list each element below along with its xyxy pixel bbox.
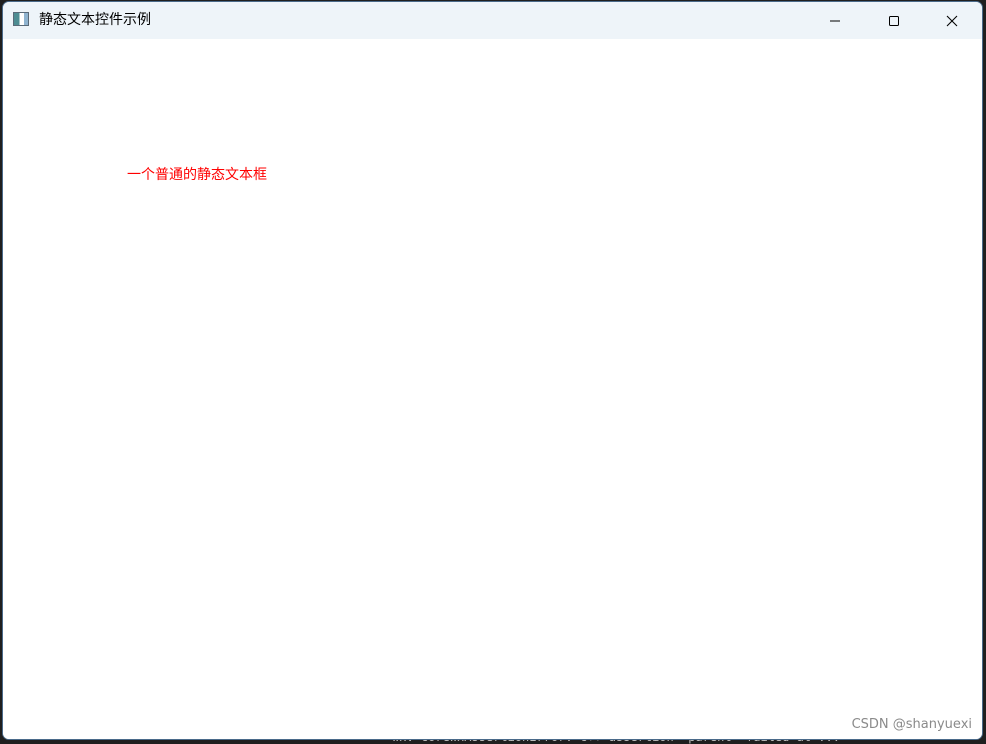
minimize-button[interactable] [806,2,864,39]
maximize-button[interactable] [865,2,923,39]
minimize-icon [830,20,840,21]
app-window: 静态文本控件示例 一个普通的静态文本框 CSDN @shanyuexi [2,1,983,740]
title-bar[interactable]: 静态文本控件示例 [3,2,982,39]
maximize-icon [889,15,899,26]
csdn-watermark: CSDN @shanyuexi [851,717,972,732]
window-title: 静态文本控件示例 [39,12,151,28]
client-area: 一个普通的静态文本框 [3,39,982,739]
static-text-label: 一个普通的静态文本框 [127,167,267,183]
close-icon [946,15,958,26]
close-button[interactable] [923,2,981,39]
app-window-icon[interactable] [13,12,29,26]
